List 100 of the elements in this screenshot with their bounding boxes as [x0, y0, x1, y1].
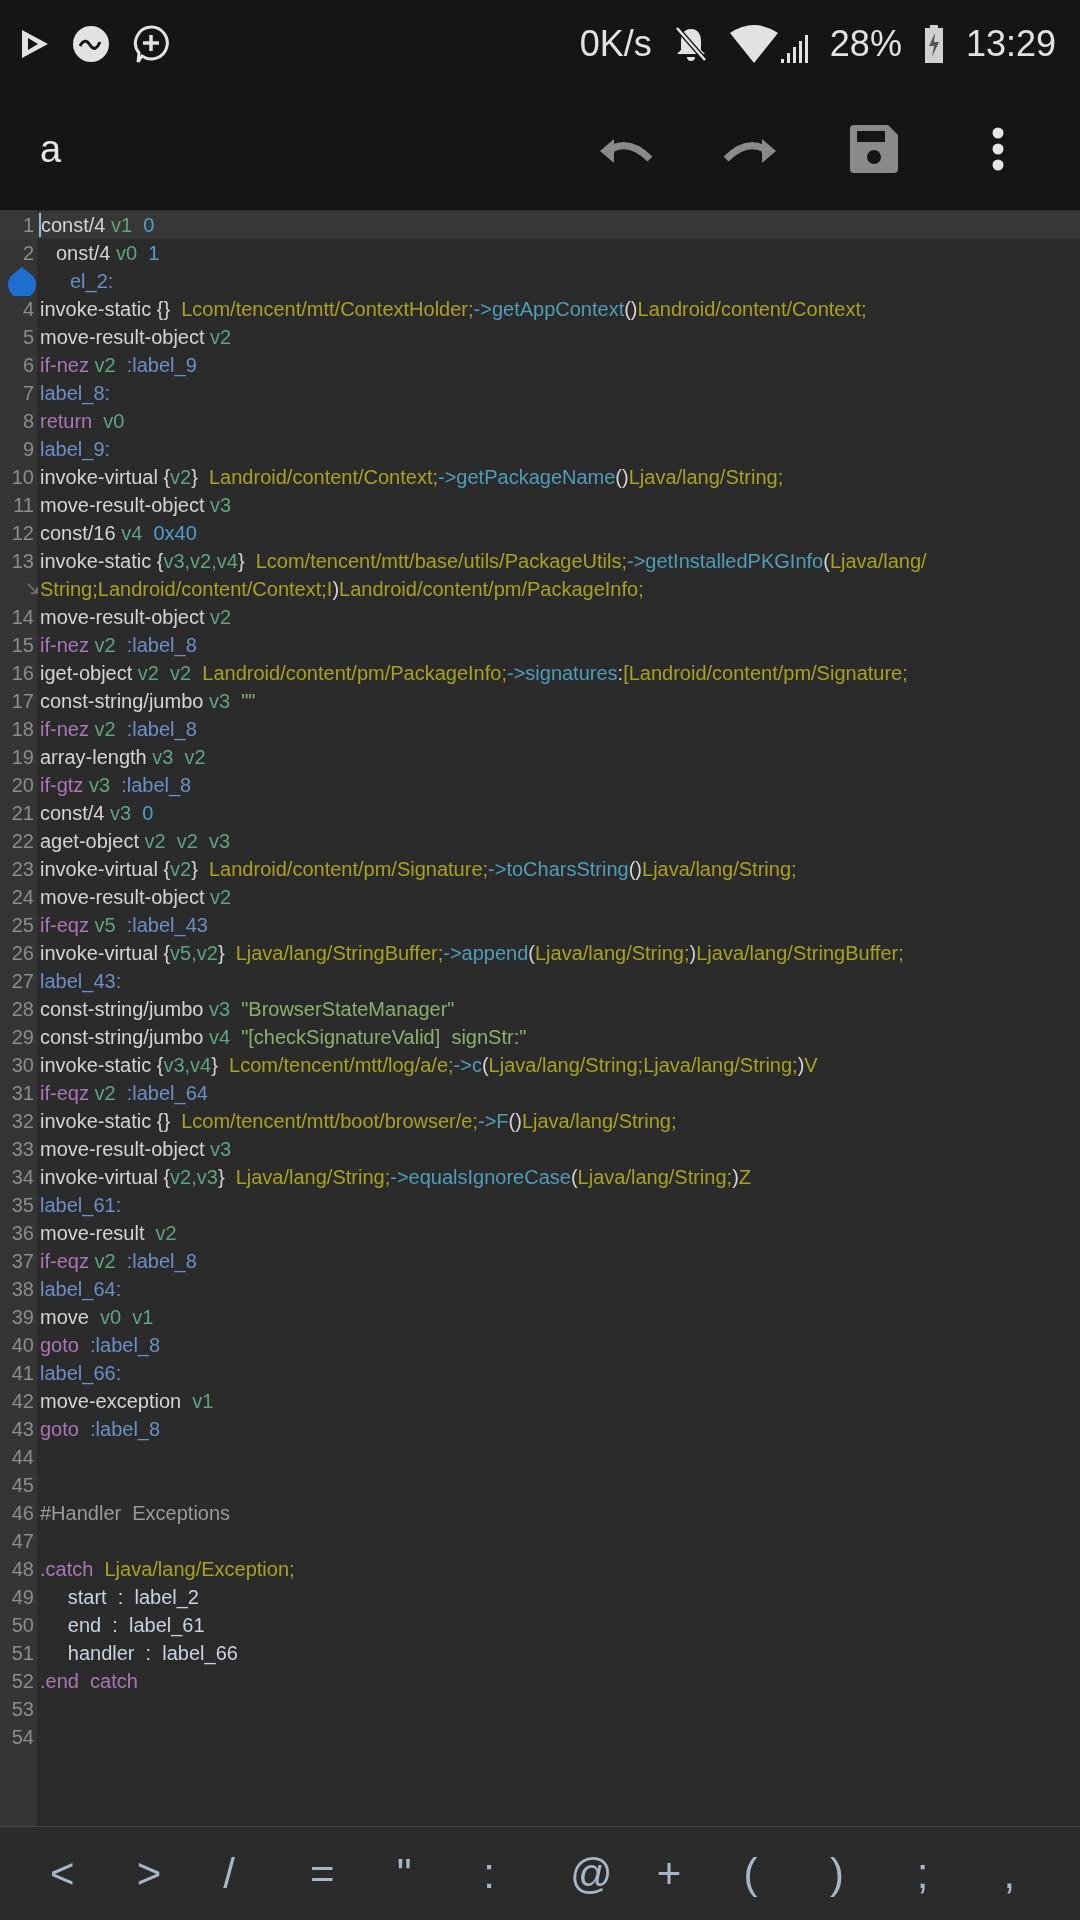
code-line: move-exception v1: [40, 1389, 214, 1413]
line-number: 26: [10, 941, 34, 965]
code-line: array-length v3 v2: [40, 745, 206, 769]
symbol-key[interactable]: ,: [993, 1849, 1080, 1898]
code-line: label_61:: [40, 1193, 122, 1217]
code-line: if-nez v2 :label_8: [40, 633, 197, 657]
symbol-key[interactable]: ": [386, 1849, 474, 1898]
code-line: const-string/jumbo v3 "BrowserStateManager": [40, 997, 455, 1021]
code-line: return v0: [40, 409, 125, 433]
line-number: 20: [10, 773, 34, 797]
symbol-key[interactable]: @: [560, 1849, 647, 1898]
line-number: 7: [21, 381, 34, 405]
code-line: move v0 v1: [40, 1305, 154, 1329]
code-line: const/4 v1 0: [41, 213, 155, 237]
code-line: const/4 v3 0: [40, 801, 154, 825]
symbol-key[interactable]: :: [473, 1849, 561, 1898]
code-line: move-result-object v3: [40, 1137, 232, 1161]
line-number: 17: [10, 689, 34, 713]
wrap-icon: [26, 582, 40, 596]
line-number: 18: [10, 717, 34, 741]
code-line: if-eqz v2 :label_64: [40, 1081, 208, 1105]
code-line: move-result-object v2: [40, 605, 232, 629]
line-number: 38: [10, 1277, 34, 1301]
code-line: invoke-virtual {v2} Landroid/content/pm/Signature;->toCharsString()Ljava/lang/String;: [40, 857, 797, 881]
code-line: onst/4 v0 1: [56, 241, 160, 265]
line-number: 35: [10, 1193, 34, 1217]
line-number: 15: [10, 633, 34, 657]
code-line: goto :label_8: [40, 1417, 161, 1441]
line-number: 1: [21, 213, 34, 237]
code-line: el_2:: [70, 269, 114, 293]
battery-percent: 28%: [829, 23, 902, 65]
line-number: 28: [10, 997, 34, 1021]
line-number: 32: [10, 1109, 34, 1133]
code-line: if-nez v2 :label_9: [40, 353, 197, 377]
line-number: 16: [10, 661, 34, 685]
signal-icon: [779, 33, 808, 63]
code-line: const/16 v4 0x40: [40, 521, 197, 545]
line-number: 11: [12, 493, 34, 517]
line-number: 42: [10, 1389, 34, 1413]
line-number: 46: [10, 1501, 34, 1525]
code-line: goto :label_8: [40, 1333, 161, 1357]
code-line: handler : label_66: [66, 1641, 238, 1665]
line-number: 29: [10, 1025, 34, 1049]
line-number: 14: [10, 605, 34, 629]
code-line: label_64:: [40, 1277, 122, 1301]
symbol-key[interactable]: ;: [906, 1849, 994, 1898]
code-line: const-string/jumbo v4 "[checkSignatureValid] signStr:": [40, 1025, 527, 1049]
line-number: 39: [10, 1305, 34, 1329]
code-line: label_43:: [40, 969, 122, 993]
line-number: 33: [10, 1137, 34, 1161]
code-line: if-nez v2 :label_8: [40, 717, 197, 741]
symbol-key[interactable]: >: [126, 1849, 214, 1898]
code-line: label_9:: [40, 437, 111, 461]
code-line: .catch Ljava/lang/Exception;: [40, 1557, 295, 1581]
bell-off-icon: [673, 25, 708, 63]
symbol-key[interactable]: /: [213, 1849, 300, 1898]
code-line: #Handler Exceptions: [40, 1501, 231, 1525]
network-speed: 0K/s: [579, 23, 652, 65]
save-icon[interactable]: [850, 125, 898, 173]
line-number: 40: [10, 1333, 34, 1357]
line-number: 9: [21, 437, 34, 461]
line-number: 25: [10, 913, 34, 937]
line-number: 8: [21, 409, 34, 433]
symbol-key[interactable]: =: [300, 1849, 387, 1898]
line-number: 2: [21, 241, 34, 265]
line-number: 5: [21, 325, 34, 349]
code-line: invoke-static {v3,v4} Lcom/tencent/mtt/log/a/e;->c(Ljava/lang/String;Ljava/lang/String;)V: [40, 1053, 818, 1077]
line-number: 52: [10, 1669, 34, 1693]
code-line: invoke-static {v3,v2,v4} Lcom/tencent/mtt/base/utils/PackageUtils;->getInstalledPKGInfo(Ljava/lang/: [40, 549, 927, 573]
line-number: 12: [10, 521, 34, 545]
line-number: 13: [10, 549, 34, 573]
code-line: const-string/jumbo v3 "": [40, 689, 256, 713]
code-line: String;Landroid/content/Context;I)Landroid/content/pm/PackageInfo;: [40, 577, 644, 601]
code-line: if-gtz v3 :label_8: [40, 773, 192, 797]
symbol-key[interactable]: (: [733, 1849, 821, 1898]
code-line: invoke-virtual {v2,v3} Ljava/lang/String;->equalsIgnoreCase(Ljava/lang/String;)Z: [40, 1165, 751, 1189]
line-number: 27: [10, 969, 34, 993]
code-line: move-result-object v2: [40, 325, 232, 349]
line-number: 37: [10, 1249, 34, 1273]
line-number: 53: [10, 1697, 34, 1721]
symbol-key[interactable]: +: [646, 1849, 734, 1898]
battery-icon: [923, 25, 944, 63]
line-number: 44: [10, 1445, 34, 1469]
line-number: 54: [10, 1725, 34, 1749]
line-number: 19: [10, 745, 34, 769]
line-number: 50: [10, 1613, 34, 1637]
line-number: 31: [10, 1081, 34, 1105]
line-number: 24: [10, 885, 34, 909]
cursor-handle[interactable]: [8, 267, 36, 296]
symbol-key[interactable]: <: [40, 1849, 127, 1898]
code-line: start : label_2: [66, 1585, 199, 1609]
line-number: 6: [21, 353, 34, 377]
code-line: move-result-object v2: [40, 885, 232, 909]
code-line: invoke-virtual {v5,v2} Ljava/lang/StringBuffer;->append(Ljava/lang/String;)Ljava/lang/StringBuffer;: [40, 941, 904, 965]
code-line: invoke-static {} Lcom/tencent/mtt/ContextHolder;->getAppContext()Landroid/content/Context;: [40, 297, 867, 321]
symbol-key[interactable]: ): [820, 1849, 907, 1898]
code-line: move-result v2: [40, 1221, 177, 1245]
line-number: 30: [10, 1053, 34, 1077]
more-icon[interactable]: [992, 127, 1004, 171]
line-number: 41: [10, 1361, 34, 1385]
